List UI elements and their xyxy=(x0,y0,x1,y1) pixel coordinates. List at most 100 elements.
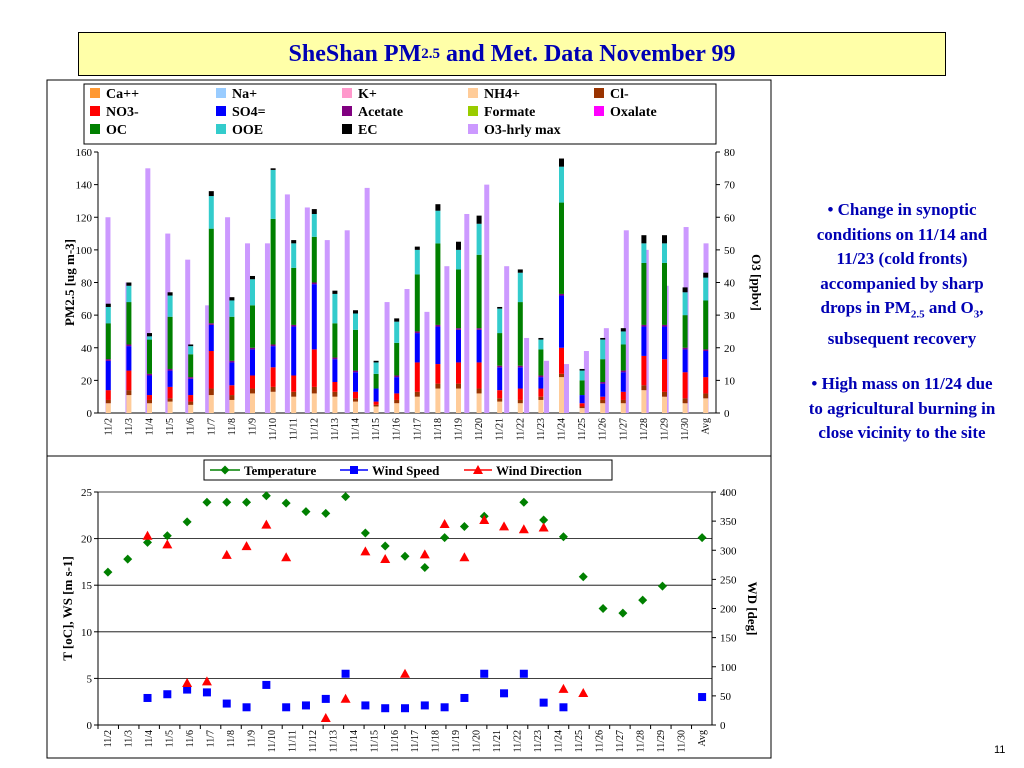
stack-segment-nh4 xyxy=(538,399,544,413)
stack-segment-no3 xyxy=(538,388,544,397)
stack-segment-nh4 xyxy=(311,393,317,413)
top-x-tick-label: 11/3 xyxy=(124,418,135,435)
stack-segment-nh4 xyxy=(662,396,667,413)
bottom-x-tick-label: 11/18 xyxy=(431,730,442,752)
stack-segment-acetate xyxy=(538,375,544,378)
wind-speed-point xyxy=(143,693,152,702)
stack-segment-ec xyxy=(250,275,255,280)
stack-segment-oc xyxy=(167,316,173,369)
stack-segment-oc xyxy=(353,329,358,371)
stack-segment-no3 xyxy=(229,385,235,396)
stack-segment-acetate xyxy=(208,323,214,325)
legend-label-oxalate: Oxalate xyxy=(610,105,657,120)
stack-segment-nh4 xyxy=(188,404,194,413)
stack-segment-acetate xyxy=(476,328,482,330)
stack-segment-nh4 xyxy=(682,403,688,413)
stack-segment-ooe xyxy=(208,196,214,229)
stack-segment-cl xyxy=(497,398,503,402)
stack-segment-oc xyxy=(497,333,503,366)
stack-segment-oc xyxy=(311,236,317,283)
wind-speed-point xyxy=(361,701,370,710)
stack-segment-oc xyxy=(147,339,152,374)
stack-segment-ooe xyxy=(373,362,379,374)
stack-segment-cl xyxy=(414,391,420,397)
stack-segment-acetate xyxy=(229,360,235,363)
stack-segment-so4 xyxy=(208,324,214,352)
top-x-tick-label: 11/27 xyxy=(618,418,629,440)
stack-segment-no3 xyxy=(373,401,379,405)
legend-marker-wind-speed xyxy=(350,466,358,474)
stack-segment-ooe xyxy=(538,339,544,350)
stack-segment-acetate xyxy=(456,328,461,330)
stack-segment-ooe xyxy=(559,166,564,203)
wind-speed-point xyxy=(341,669,350,678)
top-y2-tick-label: 0 xyxy=(724,408,730,420)
stack-segment-oc xyxy=(105,323,111,360)
bottom-x-tick-label: 11/11 xyxy=(287,730,298,752)
stack-segment-so4 xyxy=(641,326,647,356)
stack-segment-no3 xyxy=(517,388,523,400)
stack-segment-ooe xyxy=(456,249,461,270)
stack-segment-oc xyxy=(682,315,688,348)
stack-segment-ooe xyxy=(682,292,688,316)
stack-segment-ec xyxy=(105,303,111,307)
stack-segment-acetate xyxy=(497,365,503,368)
bottom-y2-tick-label: 150 xyxy=(720,633,737,645)
legend-swatch-ca xyxy=(90,88,100,98)
stack-segment-nh4 xyxy=(208,395,214,413)
stack-segment-oc xyxy=(456,269,461,329)
stack-segment-no3 xyxy=(250,375,255,389)
bottom-x-tick-label: 11/27 xyxy=(615,730,626,752)
stack-segment-no3 xyxy=(167,386,173,399)
top-y-tick-label: 100 xyxy=(76,245,93,257)
bottom-x-tick-label: 11/30 xyxy=(676,730,687,752)
stack-segment-ec xyxy=(538,337,544,340)
stack-segment-cl xyxy=(126,390,132,396)
stack-segment-acetate xyxy=(517,365,523,368)
stack-segment-ooe xyxy=(394,321,400,343)
stack-segment-no3 xyxy=(703,377,709,394)
stack-segment-cl xyxy=(600,399,606,404)
stack-segment-cl xyxy=(641,385,647,391)
stack-segment-nh4 xyxy=(497,401,503,413)
stack-segment-nh4 xyxy=(703,398,709,413)
o3-bar xyxy=(384,302,390,413)
stack-segment-so4 xyxy=(538,377,544,389)
stack-segment-ooe xyxy=(662,243,667,263)
o3-bar xyxy=(404,289,410,413)
stack-segment-cl xyxy=(435,383,441,389)
legend-label-ec: EC xyxy=(358,123,377,138)
top-x-tick-label: 11/19 xyxy=(454,418,465,440)
top-y-tick-label: 80 xyxy=(81,278,93,290)
top-y2-axis-label: O3 [ppbv] xyxy=(749,254,764,311)
stack-segment-cl xyxy=(682,398,688,404)
stack-segment-so4 xyxy=(332,359,338,383)
stack-segment-nh4 xyxy=(126,395,132,413)
stack-segment-ooe xyxy=(270,169,276,219)
stack-segment-ec xyxy=(394,318,400,322)
bottom-x-tick-label: 11/29 xyxy=(656,730,667,752)
stack-segment-oc xyxy=(414,274,420,332)
stack-segment-nh4 xyxy=(517,403,523,413)
stack-segment-so4 xyxy=(517,367,523,389)
stack-segment-no3 xyxy=(456,362,461,384)
stack-segment-no3 xyxy=(147,395,152,400)
o3-bar xyxy=(464,213,470,413)
stack-segment-cl xyxy=(208,388,214,396)
stack-segment-acetate xyxy=(332,357,338,360)
bottom-y-tick-label: 5 xyxy=(87,673,93,685)
bottom-x-tick-label: 11/20 xyxy=(472,730,483,752)
wind-speed-point xyxy=(262,680,271,689)
stack-segment-so4 xyxy=(270,346,276,368)
top-y-tick-label: 120 xyxy=(76,212,93,224)
stack-segment-cl xyxy=(105,399,111,404)
wind-speed-point xyxy=(420,701,429,710)
bottom-x-tick-label: 11/22 xyxy=(513,730,524,752)
stack-segment-acetate xyxy=(414,331,420,334)
o3-bar xyxy=(284,194,290,413)
stack-segment-oc xyxy=(208,228,214,324)
stack-segment-oc xyxy=(373,373,379,389)
top-x-tick-label: 11/10 xyxy=(268,418,279,440)
legend-swatch-oc xyxy=(90,124,100,134)
stack-segment-no3 xyxy=(641,355,647,386)
